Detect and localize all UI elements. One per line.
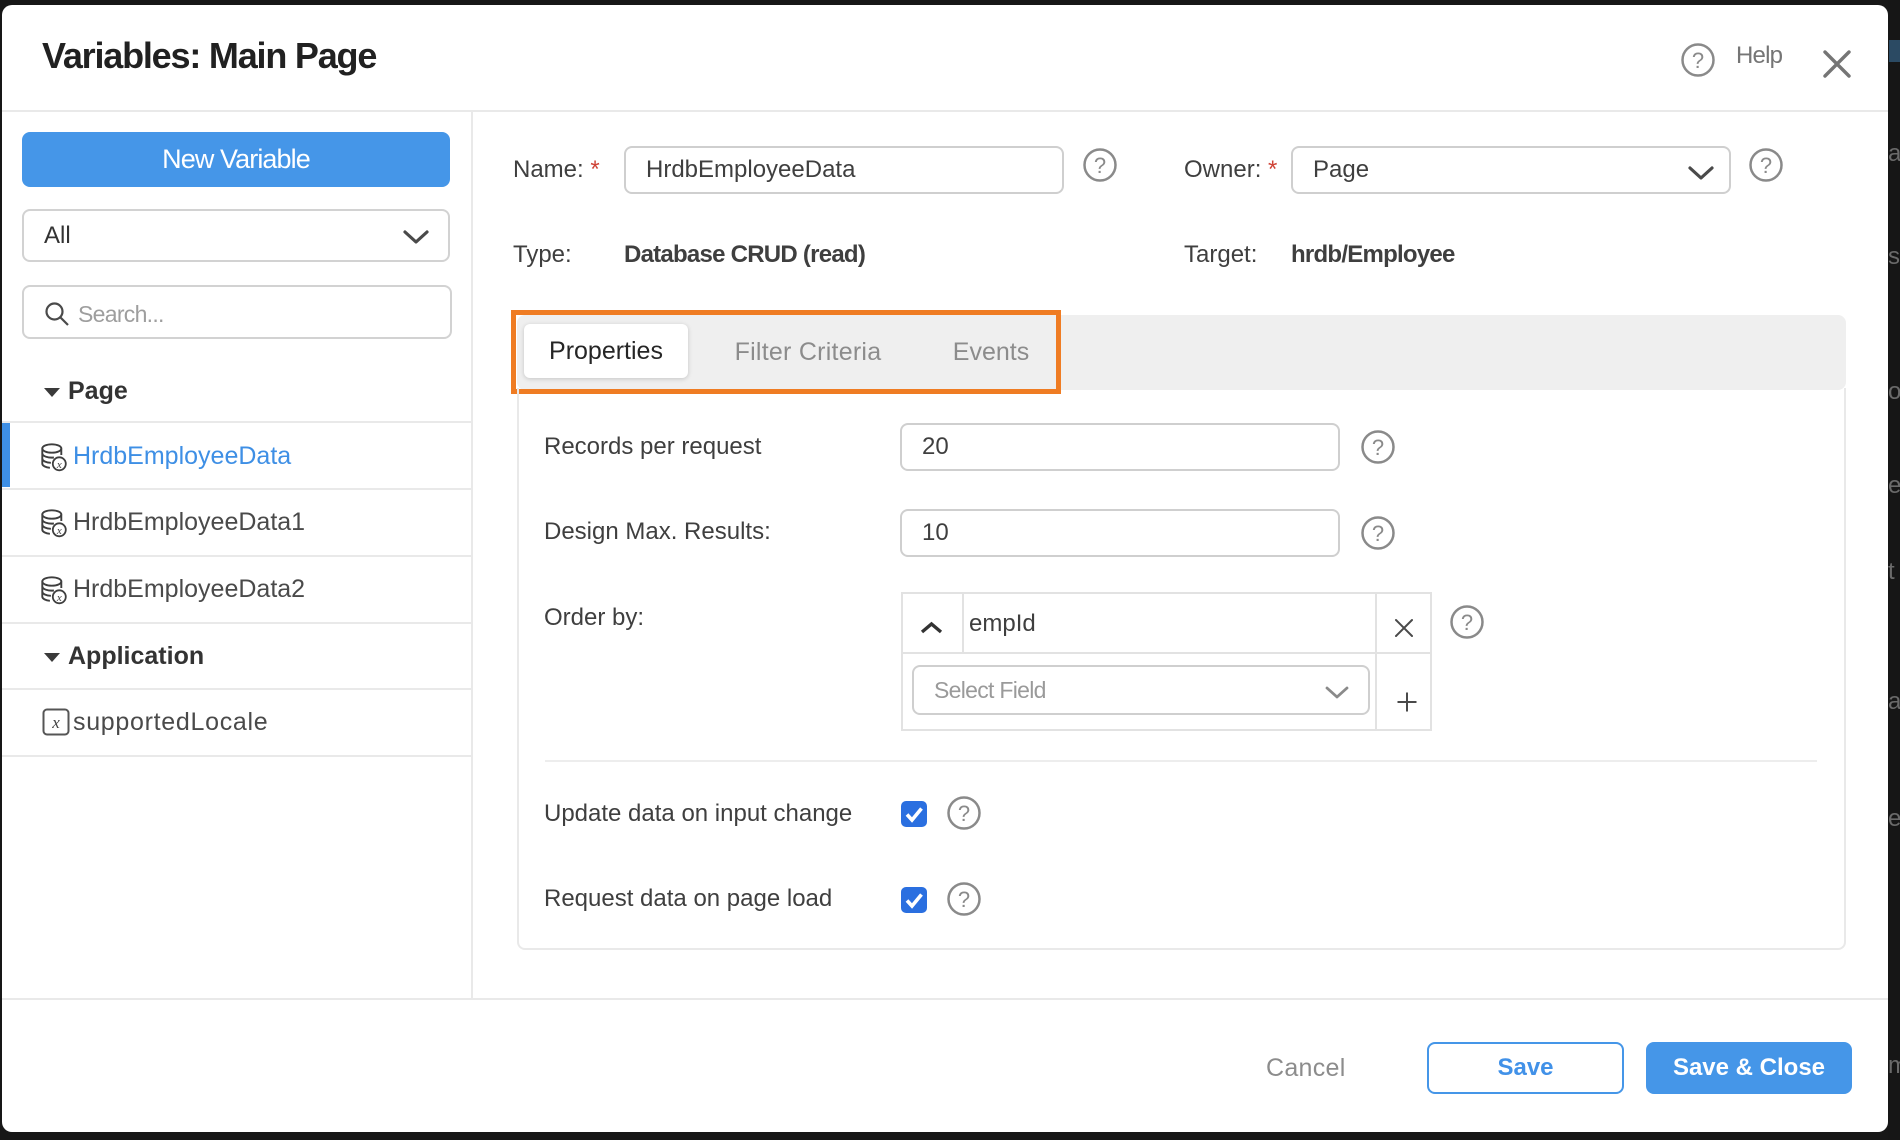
svg-text:?: ? [1372, 435, 1384, 460]
svg-text:x: x [56, 592, 62, 604]
svg-text:?: ? [1094, 153, 1106, 178]
svg-text:?: ? [958, 801, 970, 826]
svg-text:x: x [56, 459, 62, 471]
svg-text:?: ? [958, 887, 970, 912]
svg-text:x: x [56, 525, 62, 537]
svg-text:?: ? [1760, 153, 1772, 178]
svg-text:x: x [51, 713, 60, 732]
svg-text:?: ? [1372, 521, 1384, 546]
svg-text:?: ? [1692, 48, 1704, 73]
svg-text:?: ? [1461, 610, 1473, 635]
